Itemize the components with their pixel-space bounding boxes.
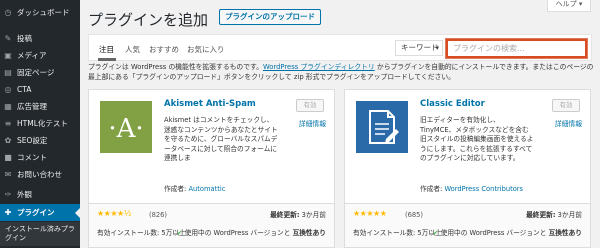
admin-sidebar: ◷ ダッシュボード ✎ 投稿 ▣ メディア ▤ 固定ページ ◎ CTA ▦ 広告… xyxy=(0,0,80,248)
more-details-link[interactable]: 詳細情報 xyxy=(299,118,326,128)
rating-count[interactable]: (826) xyxy=(149,211,167,219)
plugin-filter-bar: 注目 人気 おすすめ お気に入り キーワード ▾ プラグインの検索... xyxy=(88,34,592,61)
sidebar-item-label: コメント xyxy=(17,153,47,162)
active-installs: 有効インストール数: 5万以上 xyxy=(353,229,442,237)
sidebar-item-comments[interactable]: ■ コメント xyxy=(0,149,80,166)
active-installs: 有効インストール数: 5万以上 xyxy=(97,229,186,237)
plugin-author: 作成者: Automattic xyxy=(164,183,225,193)
compatibility-status: ✔ 使用中の WordPress バージョンと 互換性あり xyxy=(177,227,326,237)
sidebar-item-plugins[interactable]: ✚ プラグイン xyxy=(0,204,80,221)
sidebar-item-label: 広告管理 xyxy=(17,102,47,111)
sidebar-item-label: 固定ページ xyxy=(17,68,55,77)
mail-icon: ✉ xyxy=(4,170,12,179)
plugin-icon: ✚ xyxy=(4,208,12,217)
search-type-value: キーワード xyxy=(401,43,439,52)
plugin-card-footer: ★★★★★ (685) 有効インストール数: 5万以上 最終更新: 3か月前 ✔… xyxy=(345,203,590,247)
sidebar-item-html-test[interactable]: ≡ HTML化テスト xyxy=(0,115,80,132)
sidebar-item-label: 投稿 xyxy=(17,34,32,43)
ad-icon: ▦ xyxy=(4,102,12,111)
sidebar-item-label: CTA xyxy=(17,85,32,94)
sidebar-item-contact[interactable]: ✉ お問い合わせ xyxy=(0,166,80,183)
sidebar-item-ads[interactable]: ▦ 広告管理 xyxy=(0,98,80,115)
sidebar-subitem-installed-plugins[interactable]: インストール済みプラグイン xyxy=(0,222,80,246)
intro-description: プラグインは WordPress の機能性を拡張するものです。WordPress… xyxy=(88,63,598,82)
star-rating-icon: ★★★★★ xyxy=(353,209,387,218)
plugin-name-link[interactable]: Classic Editor xyxy=(420,99,485,109)
check-icon: ✔ xyxy=(432,229,439,237)
plugin-author: 作成者: WordPress Contributors xyxy=(420,183,523,193)
plugin-card-akismet: ·A· Akismet Anti-Spam 有効 詳細情報 Akismet はコ… xyxy=(88,89,335,248)
sidebar-item-label: HTML化テスト xyxy=(17,119,68,128)
star-rating-icon: ★★★★½ xyxy=(97,209,131,218)
sidebar-item-label: メディア xyxy=(17,51,47,60)
author-link[interactable]: WordPress Contributors xyxy=(444,185,523,193)
compat-text: 使用中の WordPress バージョンと xyxy=(184,229,291,237)
sidebar-item-label: ダッシュボード xyxy=(17,8,70,17)
sidebar-item-media[interactable]: ▣ メディア xyxy=(0,47,80,64)
plugin-card-classic-editor: Classic Editor 有効 詳細情報 旧エディターを有効化し、TinyM… xyxy=(344,89,591,248)
tab-recommended[interactable]: おすすめ xyxy=(149,44,179,55)
active-tab-indicator xyxy=(98,58,116,61)
sidebar-item-cta[interactable]: ◎ CTA xyxy=(0,81,80,98)
akismet-logo-icon[interactable]: ·A· xyxy=(100,101,152,153)
plugin-search-input[interactable]: プラグインの検索... xyxy=(446,39,587,58)
more-details-link[interactable]: 詳細情報 xyxy=(555,118,582,128)
compatibility-status: ✔ 使用中の WordPress バージョンと 互換性あり xyxy=(433,227,582,237)
tab-featured[interactable]: 注目 xyxy=(99,44,114,55)
page-title: プラグインを追加 xyxy=(88,11,209,29)
last-updated-label: 最終更新: xyxy=(270,211,300,219)
compat-bold: 互換性あり xyxy=(292,229,326,237)
author-label: 作成者: xyxy=(164,185,189,193)
last-updated: 最終更新: 3か月前 xyxy=(270,209,326,219)
appearance-icon: ✑ xyxy=(4,190,12,199)
classic-editor-logo-icon[interactable] xyxy=(356,101,408,153)
search-type-select[interactable]: キーワード ▾ xyxy=(395,40,443,56)
last-updated-label: 最終更新: xyxy=(526,211,556,219)
current-menu-arrow xyxy=(75,208,80,218)
intro-text-1: プラグインは WordPress の機能性を拡張するものです。 xyxy=(88,63,263,71)
plugin-description: 旧エディターを有効化し、TinyMCE、メタボックスなどを含む旧スタイルの投稿編… xyxy=(420,116,534,162)
sidebar-item-label: SEO設定 xyxy=(17,136,48,145)
last-updated: 最終更新: 3か月前 xyxy=(526,209,582,219)
help-tab[interactable]: ヘルプ ▾ xyxy=(547,0,591,12)
svg-text:·A·: ·A· xyxy=(108,114,143,144)
media-icon: ▣ xyxy=(4,51,12,60)
plugin-directory-link[interactable]: WordPress プラグインディレクトリ xyxy=(263,63,375,71)
tab-popular[interactable]: 人気 xyxy=(125,44,140,55)
plugin-description: Akismet はコメントをチェックし、迷惑なコンテンツからあなたとサイトを守る… xyxy=(164,116,278,162)
activate-button[interactable]: 有効 xyxy=(296,99,324,112)
last-updated-value: 3か月前 xyxy=(557,211,582,219)
chevron-down-icon: ▾ xyxy=(435,44,439,52)
sidebar-item-label: プラグイン xyxy=(17,208,55,217)
plugin-card-footer: ★★★★½ (826) 有効インストール数: 5万以上 最終更新: 3か月前 ✔… xyxy=(89,203,334,247)
rating-count[interactable]: (685) xyxy=(405,211,423,219)
dashboard-icon: ◷ xyxy=(4,8,12,17)
upload-plugin-button[interactable]: プラグインのアップロード xyxy=(219,9,321,25)
sidebar-item-seo[interactable]: ✿ SEO設定 xyxy=(0,132,80,149)
check-icon: ✔ xyxy=(176,229,183,237)
seo-icon: ✿ xyxy=(4,136,12,145)
compat-bold: 互換性あり xyxy=(548,229,582,237)
activate-button[interactable]: 有効 xyxy=(552,99,580,112)
sidebar-item-appearance[interactable]: ✑ 外観 xyxy=(0,186,80,203)
sidebar-item-label: お問い合わせ xyxy=(17,170,62,179)
sidebar-item-label: 外観 xyxy=(17,190,32,199)
page-icon: ▤ xyxy=(4,68,12,77)
pin-icon: ✎ xyxy=(4,34,12,43)
sidebar-item-pages[interactable]: ▤ 固定ページ xyxy=(0,64,80,81)
author-link[interactable]: Automattic xyxy=(188,185,225,193)
tab-favorites[interactable]: お気に入り xyxy=(187,44,225,55)
compat-text: 使用中の WordPress バージョンと xyxy=(440,229,547,237)
sidebar-item-dashboard[interactable]: ◷ ダッシュボード xyxy=(0,4,80,21)
plugin-name-link[interactable]: Akismet Anti-Spam xyxy=(164,99,256,109)
code-icon: ≡ xyxy=(4,119,12,128)
sidebar-item-posts[interactable]: ✎ 投稿 xyxy=(0,30,80,47)
last-updated-value: 3か月前 xyxy=(301,211,326,219)
author-label: 作成者: xyxy=(420,185,445,193)
comment-icon: ■ xyxy=(4,153,12,162)
cta-icon: ◎ xyxy=(4,85,12,94)
